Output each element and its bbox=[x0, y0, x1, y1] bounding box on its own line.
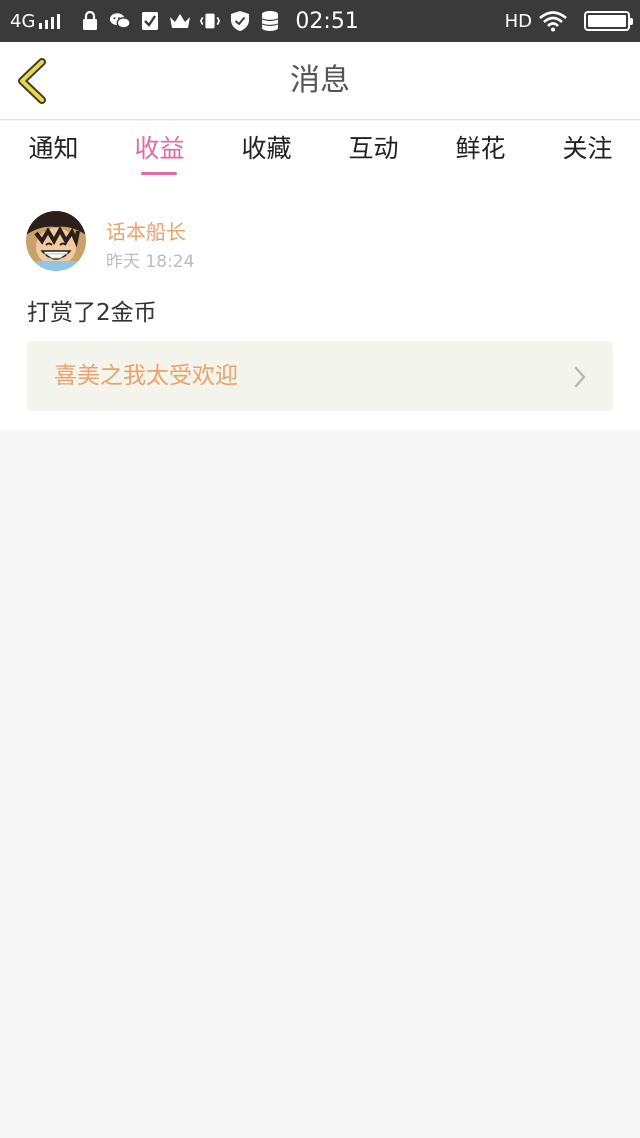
database-icon bbox=[259, 10, 281, 32]
active-tab-indicator bbox=[141, 172, 177, 175]
tab-notifications[interactable]: 通知 bbox=[0, 121, 107, 181]
story-link[interactable]: 喜美之我太受欢迎 bbox=[27, 341, 613, 411]
crown-icon bbox=[169, 10, 191, 32]
tab-interactions[interactable]: 互动 bbox=[320, 121, 427, 181]
status-bar: 4G 02:51 HD bbox=[0, 0, 640, 42]
battery-icon bbox=[584, 11, 633, 31]
clock: 02:51 bbox=[295, 8, 359, 34]
tab-favorites[interactable]: 收藏 bbox=[213, 121, 320, 181]
username[interactable]: 话本船长 bbox=[106, 216, 186, 245]
shield-icon bbox=[229, 10, 251, 32]
signal-icon bbox=[39, 13, 63, 29]
story-link-title: 喜美之我太受欢迎 bbox=[54, 363, 238, 389]
message-card: 话本船长 昨天 18:24 打赏了2金币 喜美之我太受欢迎 bbox=[0, 181, 640, 430]
tab-following[interactable]: 关注 bbox=[534, 121, 640, 181]
check-icon bbox=[139, 10, 161, 32]
tab-bar: 通知 收益 收藏 互动 鲜花 关注 bbox=[0, 121, 640, 181]
page-title: 消息 bbox=[290, 63, 350, 98]
hd-indicator: HD bbox=[504, 10, 532, 32]
wifi-icon bbox=[538, 10, 568, 32]
timestamp: 昨天 18:24 bbox=[106, 252, 195, 272]
network-type: 4G bbox=[10, 10, 36, 32]
lock-icon bbox=[79, 10, 101, 32]
vibrate-icon bbox=[199, 10, 221, 32]
wechat-icon bbox=[109, 10, 132, 32]
status-bar-right: HD bbox=[504, 0, 633, 42]
status-bar-left: 4G 02:51 bbox=[10, 0, 359, 42]
message-text: 打赏了2金币 bbox=[27, 300, 157, 326]
tab-flowers[interactable]: 鲜花 bbox=[427, 121, 534, 181]
avatar[interactable] bbox=[26, 211, 86, 271]
nav-bar: 消息 bbox=[0, 42, 640, 120]
chevron-right-icon bbox=[574, 366, 586, 388]
